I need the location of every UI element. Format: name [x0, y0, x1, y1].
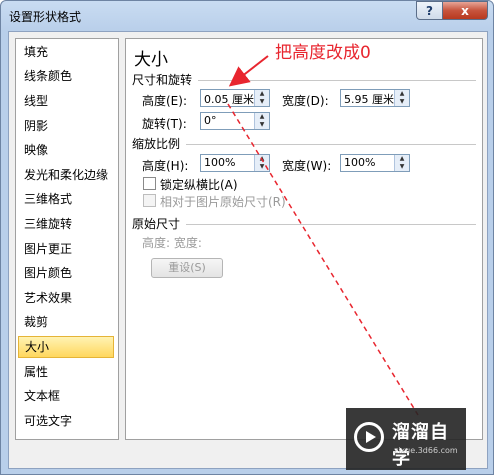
help-button[interactable]: ?	[416, 1, 443, 20]
nav-item-size[interactable]: 大小	[18, 336, 114, 358]
nav-item-reflection[interactable]: 映像	[18, 139, 114, 161]
annotation-text: 把高度改成0	[275, 43, 371, 63]
lock-ratio-label[interactable]: 锁定纵横比(A)	[160, 176, 238, 193]
play-logo-icon	[354, 422, 384, 452]
spin-arrows-icon[interactable]: ▲ ▼	[254, 155, 269, 171]
rotate-spinner[interactable]: 0° ▲ ▼	[200, 112, 270, 130]
dialog-window: 设置形状格式 ? x 填充 线条颜色 线型 阴影 映像 发光和柔化边缘 三维格式…	[0, 0, 494, 475]
watermark: 溜溜自学 zixue.3d66.com	[346, 408, 466, 470]
spin-arrows-icon[interactable]: ▲ ▼	[394, 155, 409, 171]
nav-item-artistic-effects[interactable]: 艺术效果	[18, 287, 114, 309]
width-value[interactable]: 5.95 厘米	[344, 91, 394, 107]
watermark-url: zixue.3d66.com	[394, 446, 458, 455]
nav-item-alt-text[interactable]: 可选文字	[18, 410, 114, 432]
panel-heading: 大小	[134, 50, 168, 70]
section-scale: 缩放比例	[132, 137, 181, 151]
category-list: 填充 线条颜色 线型 阴影 映像 发光和柔化边缘 三维格式 三维旋转 图片更正 …	[15, 38, 119, 440]
scale-width-value[interactable]: 100%	[344, 156, 375, 169]
section-divider	[186, 144, 476, 145]
dialog-body: 填充 线条颜色 线型 阴影 映像 发光和柔化边缘 三维格式 三维旋转 图片更正 …	[8, 31, 488, 469]
rotate-label: 旋转(T):	[142, 117, 187, 131]
spin-arrows-icon[interactable]: ▲ ▼	[254, 90, 269, 106]
relative-size-checkbox[interactable]	[143, 194, 156, 207]
lock-ratio-checkbox[interactable]	[143, 177, 156, 190]
nav-item-picture-corrections[interactable]: 图片更正	[18, 238, 114, 260]
nav-item-line-style[interactable]: 线型	[18, 90, 114, 112]
section-divider	[198, 80, 476, 81]
nav-item-3d-rotation[interactable]: 三维旋转	[18, 213, 114, 235]
scale-width-spinner[interactable]: 100% ▲ ▼	[340, 154, 410, 172]
scale-width-label: 宽度(W):	[282, 159, 332, 173]
scale-height-spinner[interactable]: 100% ▲ ▼	[200, 154, 270, 172]
nav-item-line-color[interactable]: 线条颜色	[18, 65, 114, 87]
nav-item-properties[interactable]: 属性	[18, 361, 114, 383]
size-panel: 大小 尺寸和旋转 高度(E): 0.05 厘米 ▲ ▼ 宽度(D): 5.95 厘…	[125, 38, 483, 440]
section-original-size: 原始尺寸	[132, 217, 181, 231]
spin-arrows-icon[interactable]: ▲ ▼	[254, 113, 269, 129]
nav-item-glow[interactable]: 发光和柔化边缘	[18, 164, 114, 186]
dialog-title: 设置形状格式	[9, 10, 82, 24]
height-value[interactable]: 0.05 厘米	[204, 91, 254, 107]
spin-arrows-icon[interactable]: ▲ ▼	[394, 90, 409, 106]
reset-button[interactable]: 重设(S)	[151, 258, 223, 278]
nav-item-crop[interactable]: 裁剪	[18, 311, 114, 333]
nav-item-shadow[interactable]: 阴影	[18, 115, 114, 137]
rotate-value[interactable]: 0°	[204, 114, 217, 127]
nav-item-fill[interactable]: 填充	[18, 41, 114, 63]
close-button[interactable]: x	[442, 1, 488, 20]
height-label: 高度(E):	[142, 94, 187, 108]
original-size-values: 高度: 宽度:	[142, 236, 202, 250]
nav-item-text-box[interactable]: 文本框	[18, 385, 114, 407]
nav-item-picture-color[interactable]: 图片颜色	[18, 262, 114, 284]
watermark-title: 溜溜自学	[392, 422, 449, 469]
nav-item-3d-format[interactable]: 三维格式	[18, 188, 114, 210]
height-spinner[interactable]: 0.05 厘米 ▲ ▼	[200, 89, 270, 107]
section-divider	[186, 224, 476, 225]
relative-size-label[interactable]: 相对于图片原始尺寸(R)	[160, 193, 286, 210]
width-spinner[interactable]: 5.95 厘米 ▲ ▼	[340, 89, 410, 107]
section-size-rotate: 尺寸和旋转	[132, 73, 193, 87]
width-label: 宽度(D):	[282, 94, 329, 108]
title-bar[interactable]: 设置形状格式 ? x	[1, 1, 494, 31]
scale-height-value[interactable]: 100%	[204, 156, 235, 169]
scale-height-label: 高度(H):	[142, 159, 189, 173]
